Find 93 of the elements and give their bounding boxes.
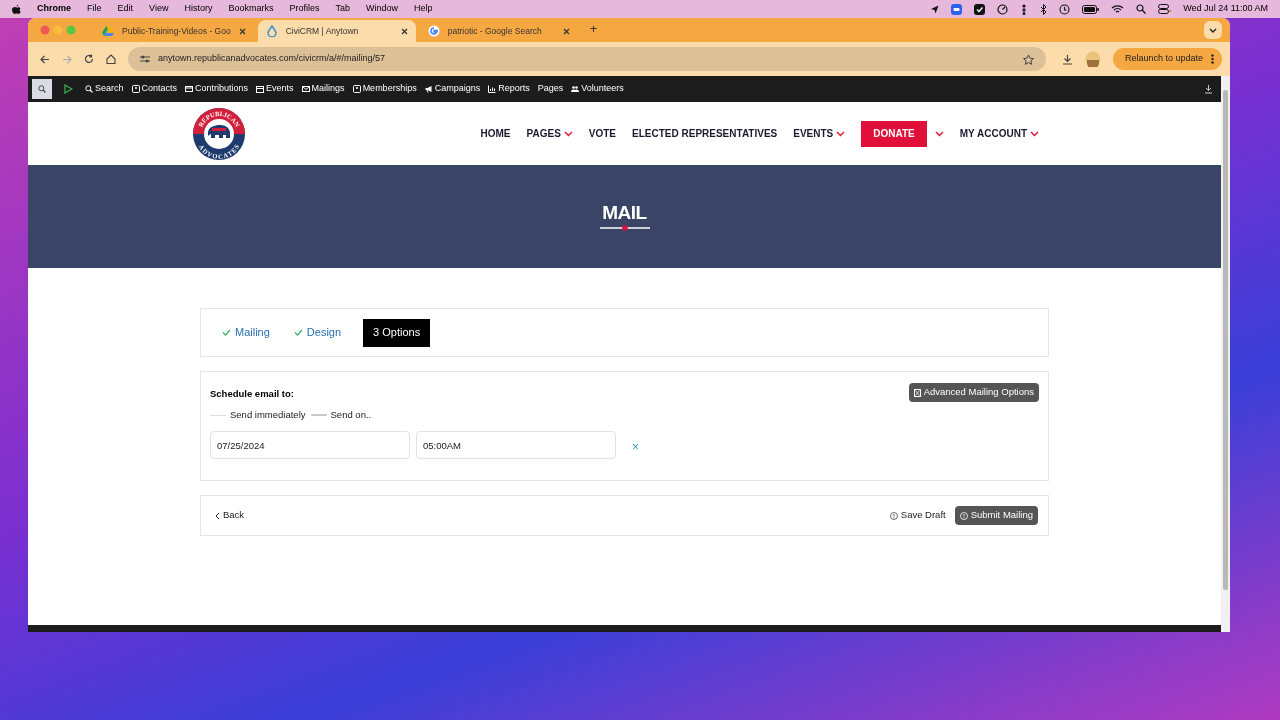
avatar-icon[interactable] bbox=[1084, 51, 1101, 67]
bluetooth-icon[interactable] bbox=[1040, 3, 1048, 15]
save-draft-button[interactable]: Save Draft bbox=[889, 508, 946, 523]
step-tab[interactable]: Mailing bbox=[220, 318, 272, 347]
star-icon[interactable] bbox=[1022, 53, 1034, 65]
page-title: MAIL bbox=[602, 202, 647, 222]
drop-icon bbox=[265, 25, 278, 37]
civicrm-menu-item[interactable]: Search bbox=[85, 82, 124, 96]
search-icon bbox=[38, 85, 46, 93]
megaphone-icon bbox=[424, 85, 433, 93]
id-card-icon bbox=[131, 85, 140, 93]
civicrm-menu-item[interactable]: Contributions bbox=[185, 82, 249, 96]
nav-link[interactable]: MY ACCOUNT bbox=[959, 126, 1027, 141]
menu-item[interactable]: File bbox=[87, 2, 102, 16]
quicksearch-button[interactable] bbox=[32, 79, 52, 99]
figure-icon[interactable] bbox=[1020, 3, 1029, 15]
scrollbar-thumb[interactable] bbox=[1223, 90, 1228, 590]
download-icon[interactable] bbox=[1061, 53, 1073, 65]
menu-item[interactable]: View bbox=[149, 2, 169, 16]
calendar-icon bbox=[256, 85, 265, 93]
envelope-icon bbox=[301, 85, 310, 93]
civicrm-menu-item[interactable]: Events bbox=[256, 82, 294, 96]
civicrm-menu-item[interactable]: Reports bbox=[488, 82, 530, 96]
civicrm-menu-item[interactable]: Memberships bbox=[352, 82, 417, 96]
menu-item[interactable]: History bbox=[184, 2, 213, 16]
close-icon[interactable] bbox=[562, 27, 570, 35]
radio-option[interactable]: Send on.. bbox=[310, 408, 372, 423]
civicrm-menu-item[interactable]: Mailings bbox=[301, 82, 345, 96]
advanced-options-button[interactable]: Advanced Mailing Options bbox=[908, 383, 1039, 402]
battery-icon[interactable] bbox=[1082, 4, 1100, 14]
browser-tab[interactable]: CiviCRM | Anytown bbox=[257, 20, 416, 42]
menu-item[interactable]: Edit bbox=[117, 2, 134, 16]
letter-g-icon bbox=[427, 25, 440, 37]
location-icon[interactable] bbox=[930, 4, 940, 14]
banknote-icon bbox=[185, 85, 194, 93]
submit-button[interactable]: Submit Mailing bbox=[954, 506, 1038, 525]
zoom-app-icon[interactable] bbox=[951, 3, 963, 15]
address-bar[interactable]: anytown.republicanadvocates.com/civicrm/a/#/mailing/57 bbox=[128, 47, 1046, 71]
step-tab[interactable]: 3 Options bbox=[363, 318, 431, 347]
search-icon[interactable] bbox=[1136, 4, 1147, 14]
menu-item[interactable]: Window bbox=[365, 2, 398, 16]
more-icon bbox=[1211, 54, 1214, 64]
back-link[interactable]: Back bbox=[215, 508, 245, 523]
triangle-logo-icon bbox=[102, 25, 114, 37]
checkbox-app-icon[interactable] bbox=[974, 3, 986, 15]
people-icon bbox=[571, 85, 580, 93]
menu-item[interactable]: Bookmarks bbox=[228, 2, 274, 16]
reload-icon[interactable] bbox=[84, 54, 94, 64]
close-icon[interactable] bbox=[238, 27, 246, 35]
search-icon bbox=[85, 85, 93, 93]
apple-icon bbox=[12, 4, 21, 14]
date-field[interactable]: 07/25/2024 bbox=[210, 431, 410, 460]
exclamation-icon bbox=[959, 511, 968, 520]
close-icon[interactable] bbox=[400, 27, 408, 35]
new-tab-button[interactable]: + bbox=[589, 18, 598, 38]
donate-button[interactable]: DONATE bbox=[861, 120, 927, 147]
browser-tab[interactable]: patriotic - Google Search bbox=[419, 20, 578, 42]
civicrm-menu-item[interactable]: Pages bbox=[537, 82, 564, 96]
chevron-down-icon[interactable] bbox=[1209, 27, 1217, 33]
radio-option[interactable]: Send immediately bbox=[210, 408, 306, 423]
app-menu[interactable]: Chrome bbox=[37, 2, 71, 16]
browser-tab[interactable]: Public-Training-Videos - Goo bbox=[94, 20, 254, 42]
nav-link[interactable]: ELECTED REPRESENTATIVES bbox=[632, 126, 778, 141]
menu-clock: Wed Jul 24 11:00 AM bbox=[1183, 2, 1268, 16]
civicrm-menu-item[interactable]: Volunteers bbox=[571, 82, 624, 96]
back-arrow-icon[interactable] bbox=[40, 54, 50, 64]
civicrm-menu-item[interactable]: Campaigns bbox=[424, 82, 481, 96]
home-icon[interactable] bbox=[106, 54, 116, 64]
play-icon[interactable] bbox=[64, 84, 73, 94]
chevron-left-icon bbox=[215, 511, 220, 520]
menu-item[interactable]: Help bbox=[414, 2, 433, 16]
control-center-icon[interactable] bbox=[1158, 4, 1172, 14]
nav-link[interactable]: HOME bbox=[480, 126, 511, 141]
civicrm-menu-item[interactable]: Contacts bbox=[131, 82, 178, 96]
history-icon[interactable] bbox=[1059, 3, 1071, 15]
relaunch-button[interactable]: Relaunch to update bbox=[1112, 48, 1222, 70]
nav-link[interactable]: EVENTS bbox=[793, 126, 834, 141]
wifi-icon[interactable] bbox=[1111, 4, 1125, 14]
boxed-x-icon bbox=[913, 388, 921, 397]
time-field[interactable]: 05:00AM bbox=[416, 431, 616, 460]
exclamation-icon bbox=[889, 511, 898, 520]
title-underline-icon bbox=[599, 224, 650, 231]
tune-icon bbox=[140, 55, 150, 63]
menu-item[interactable]: Profiles bbox=[289, 2, 320, 16]
section-label: Schedule email to: bbox=[210, 387, 294, 401]
step-tab[interactable]: Design bbox=[291, 318, 344, 347]
gauge-icon[interactable] bbox=[997, 3, 1009, 15]
id-card-icon bbox=[352, 85, 361, 93]
radio-button[interactable] bbox=[310, 414, 327, 417]
menu-item[interactable]: Tab bbox=[335, 2, 350, 16]
nav-link[interactable]: PAGES bbox=[526, 126, 561, 141]
nav-link[interactable]: VOTE bbox=[588, 126, 617, 141]
bar-chart-icon bbox=[488, 85, 497, 93]
